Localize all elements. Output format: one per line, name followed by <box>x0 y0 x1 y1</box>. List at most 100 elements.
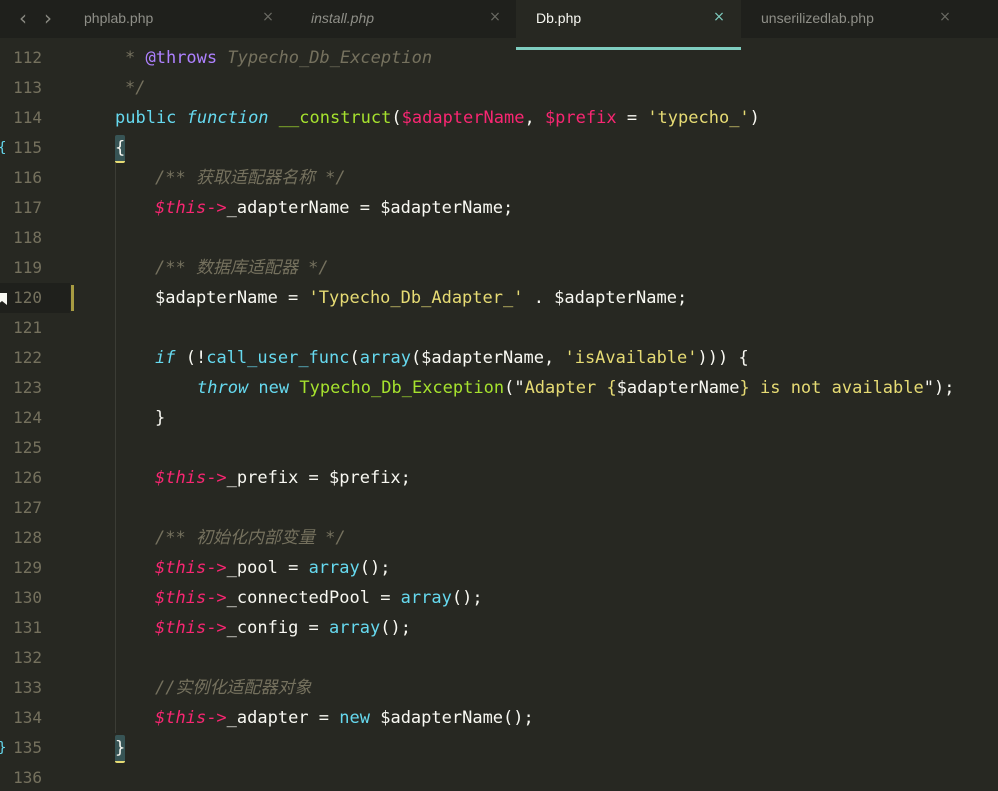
back-arrow-icon[interactable]: ‹ <box>12 7 34 29</box>
line-number: 126 <box>13 468 42 487</box>
close-icon[interactable]: × <box>937 9 953 25</box>
code-token: $this <box>155 618 207 638</box>
code-line[interactable]: throw new Typecho_Db_Exception("Adapter … <box>197 373 954 403</box>
tab-bar: ‹ › phplab.php × install.php × Db.php × … <box>0 0 998 50</box>
code-token: ( <box>349 348 360 368</box>
code-token: _prefix = $prefix; <box>226 468 411 488</box>
line-number: 116 <box>13 168 42 187</box>
gutter-row: 130 <box>0 583 75 613</box>
code-token: _pool = <box>226 558 309 578</box>
code-token: _config = <box>226 618 330 638</box>
gutter-row: 132 <box>0 643 75 673</box>
code-token: /** 初始化内部变量 */ <box>155 528 346 548</box>
code-editor[interactable]: 112 113 114 115{116 117 118 119 120 121 122 123 124… <box>0 38 998 791</box>
close-icon[interactable]: × <box>711 9 727 25</box>
code-token: array <box>400 588 452 608</box>
gutter-row: 120 <box>0 283 75 313</box>
code-line[interactable]: $this->_config = array(); <box>155 613 411 643</box>
code-token: Adapter { <box>524 378 617 398</box>
code-line[interactable]: $this->_adapterName = $adapterName; <box>155 193 513 223</box>
code-token: $adapterName <box>616 378 740 398</box>
line-number: 119 <box>13 258 42 277</box>
code-token: array <box>308 558 360 578</box>
code-line[interactable]: if (!call_user_func(array($adapterName, … <box>155 343 749 373</box>
fold-open-icon[interactable]: { <box>0 133 6 163</box>
code-line[interactable]: $this->_connectedPool = array(); <box>155 583 483 613</box>
code-token: /** 数据库适配器 */ <box>155 258 329 278</box>
line-number: 131 <box>13 618 42 637</box>
code-token: ( <box>391 108 402 128</box>
code-token: ))) { <box>697 348 749 368</box>
tab-db[interactable]: Db.php × <box>516 0 741 50</box>
code-token: if <box>155 348 176 368</box>
code-token: function <box>186 108 279 128</box>
code-token: $adapterName = <box>155 288 309 308</box>
code-line[interactable]: $this->_prefix = $prefix; <box>155 463 411 493</box>
tab-label: phplab.php <box>84 10 154 26</box>
gutter-row: 128 <box>0 523 75 553</box>
tab-unserilizedlab[interactable]: unserilizedlab.php × <box>761 0 953 38</box>
line-number: 120 <box>13 288 42 307</box>
line-number: 128 <box>13 528 42 547</box>
code-token: 'Typecho_Db_Adapter_' <box>308 288 524 308</box>
code-token: ($adapterName, <box>410 348 565 368</box>
code-token: } <box>155 408 166 428</box>
code-line[interactable]: } <box>155 403 165 433</box>
line-number: 112 <box>13 48 42 67</box>
code-line[interactable]: } <box>115 733 125 763</box>
forward-arrow-icon[interactable]: › <box>37 7 59 29</box>
code-token: (" <box>504 378 525 398</box>
code-token: _adapter = <box>226 708 340 728</box>
code-token: (); <box>451 588 483 608</box>
code-area[interactable]: * @throws Typecho_Db_Exception */ public f… <box>75 38 998 791</box>
line-number: 127 <box>13 498 42 517</box>
modified-line-marker <box>71 285 74 311</box>
close-icon[interactable]: × <box>487 9 503 25</box>
close-icon[interactable]: × <box>260 9 276 25</box>
code-token: throw <box>197 378 259 398</box>
line-number: 134 <box>13 708 42 727</box>
code-token: 'isAvailable' <box>564 348 698 368</box>
tab-phplab[interactable]: phplab.php × <box>84 0 276 38</box>
code-line[interactable]: $this->_pool = array(); <box>155 553 390 583</box>
gutter-row: 126 <box>0 463 75 493</box>
tab-install[interactable]: install.php × <box>311 0 503 38</box>
code-token: _adapterName = $adapterName; <box>226 198 514 218</box>
code-line[interactable]: */ <box>125 73 145 103</box>
code-line[interactable]: $this->_adapter = new $adapterName(); <box>155 703 534 733</box>
code-token: //实例化适配器对象 <box>155 678 312 698</box>
line-number: 130 <box>13 588 42 607</box>
gutter-row: 114 <box>0 103 75 133</box>
gutter-row: 124 <box>0 403 75 433</box>
line-number: 132 <box>13 648 42 667</box>
gutter-row: 134 <box>0 703 75 733</box>
code-token: "); <box>923 378 955 398</box>
code-token: $prefix <box>544 108 617 128</box>
code-token: * <box>125 48 146 68</box>
code-line[interactable]: $adapterName = 'Typecho_Db_Adapter_' . $… <box>155 283 687 313</box>
code-token: public <box>115 108 187 128</box>
tab-label: install.php <box>311 10 375 26</box>
gutter-row: 117 <box>0 193 75 223</box>
code-line[interactable]: public function __construct($adapterName… <box>115 103 760 133</box>
code-token: Typecho_Db_Exception <box>299 378 505 398</box>
code-token: -> <box>206 558 227 578</box>
line-number: 118 <box>13 228 42 247</box>
code-line[interactable]: //实例化适配器对象 <box>155 673 311 703</box>
code-token: $this <box>155 708 207 728</box>
code-line[interactable]: /** 数据库适配器 */ <box>155 253 329 283</box>
code-line[interactable]: /** 获取适配器名称 */ <box>155 163 346 193</box>
code-line[interactable]: { <box>115 133 125 163</box>
code-token: , <box>524 108 545 128</box>
code-token: . $adapterName; <box>523 288 688 308</box>
line-number: 129 <box>13 558 42 577</box>
code-token: -> <box>206 198 227 218</box>
code-token: $this <box>155 468 207 488</box>
fold-close-icon[interactable]: } <box>0 733 6 763</box>
gutter-row: 122 <box>0 343 75 373</box>
code-token: array <box>359 348 411 368</box>
code-line[interactable]: /** 初始化内部变量 */ <box>155 523 346 553</box>
code-token: { <box>115 138 126 158</box>
gutter-row: 121 <box>0 313 75 343</box>
code-line[interactable]: * @throws Typecho_Db_Exception <box>125 43 432 73</box>
